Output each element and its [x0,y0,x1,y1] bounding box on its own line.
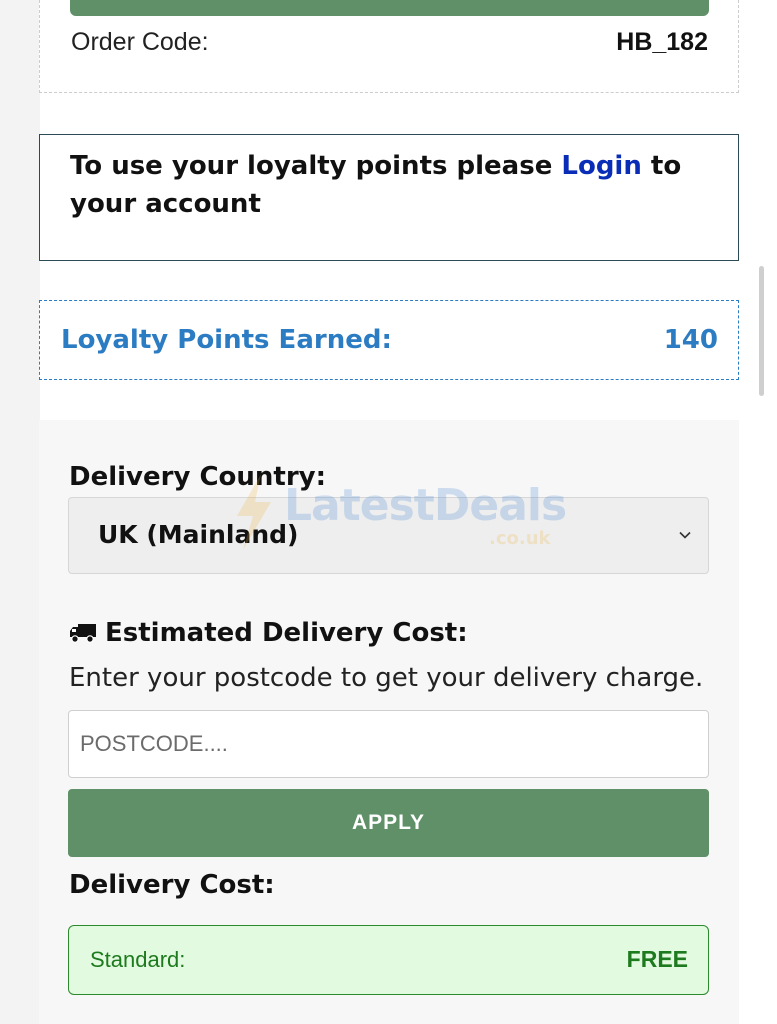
login-prompt-text: To use your loyalty points please Login … [70,147,690,223]
estimated-delivery-heading: Estimated Delivery Cost: [69,616,468,650]
page-gutter [0,0,40,1024]
order-code-box: Order Code: HB_182 [39,0,739,93]
delivery-country-select[interactable]: UK (Mainland) [68,497,709,574]
chevron-down-icon [679,531,691,539]
order-code-label: Order Code: [71,28,209,56]
delivery-cost-option: Standard: FREE [68,925,709,995]
truck-icon [70,624,96,643]
apply-button[interactable]: APPLY [68,789,709,857]
delivery-option-price: FREE [626,946,688,972]
login-prompt-before: To use your loyalty points please [70,151,562,181]
login-link[interactable]: Login [561,151,641,181]
postcode-input[interactable] [68,710,709,778]
delivery-panel: Delivery Country: UK (Mainland) LatestDe… [39,420,739,1024]
loyalty-points-label: Loyalty Points Earned: [61,325,392,355]
estimated-delivery-label: Estimated Delivery Cost: [105,618,468,648]
postcode-help-text: Enter your postcode to get your delivery… [69,663,704,693]
scrollbar[interactable] [759,266,764,396]
delivery-country-label: Delivery Country: [69,462,327,492]
delivery-option-name: Standard: [90,947,186,972]
loyalty-login-prompt: To use your loyalty points please Login … [39,134,739,261]
order-code-value: HB_182 [616,28,708,56]
delivery-country-value: UK (Mainland) [98,520,299,549]
delivery-cost-label: Delivery Cost: [69,870,275,900]
loyalty-points-value: 140 [663,325,718,355]
order-top-button-edge[interactable] [70,0,709,16]
loyalty-points-box: Loyalty Points Earned: 140 [39,300,739,380]
